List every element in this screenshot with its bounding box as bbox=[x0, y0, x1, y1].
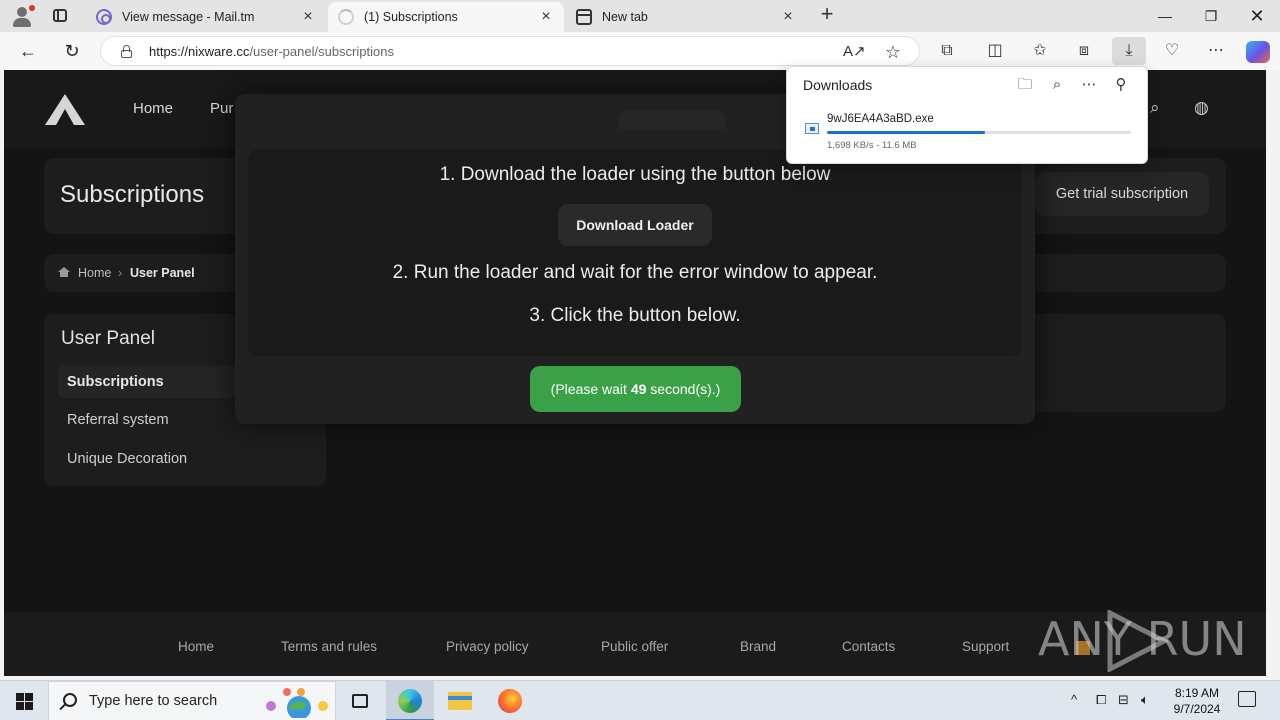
footer-home[interactable]: Home bbox=[178, 639, 214, 654]
footer-privacy[interactable]: Privacy policy bbox=[446, 639, 529, 654]
tab-title: (1) Subscriptions bbox=[364, 10, 458, 24]
favorites-icon[interactable]: ✩ bbox=[1028, 40, 1052, 62]
search-icon[interactable]: ⌕ bbox=[1150, 98, 1160, 118]
browser-essentials-icon[interactable]: ♡ bbox=[1160, 40, 1184, 62]
downloads-panel: Downloads 🗀 ⌕ ⋯ ⚲ 9wJ6EA4A3aBD.exe 1,698… bbox=[786, 66, 1148, 164]
device-icon[interactable]: ⧠ bbox=[1096, 692, 1106, 708]
more-options-icon[interactable]: ⋯ bbox=[1078, 75, 1100, 95]
download-meta: 1,698 KB/s - 11.6 MB bbox=[827, 140, 917, 151]
exe-file-icon bbox=[805, 123, 819, 134]
nav-purchase[interactable]: Pur bbox=[210, 100, 233, 117]
anyrun-text-any: ANY RUN bbox=[1038, 612, 1247, 666]
footer-contacts[interactable]: Contacts bbox=[842, 639, 895, 654]
taskbar-search[interactable]: Type here to search bbox=[48, 681, 336, 720]
globe-icon[interactable]: ◍ bbox=[1194, 98, 1209, 118]
close-window-icon[interactable]: ✕ bbox=[1234, 0, 1280, 32]
footer-terms[interactable]: Terms and rules bbox=[281, 639, 377, 654]
tab-new-tab[interactable]: New tab × bbox=[566, 2, 806, 32]
tab-strip: View message - Mail.tm × (1) Subscriptio… bbox=[0, 0, 1280, 32]
windows-start-icon[interactable] bbox=[0, 681, 48, 720]
file-explorer-icon[interactable] bbox=[436, 681, 484, 720]
collections-icon[interactable]: ⧈ bbox=[1072, 40, 1096, 62]
site-logo-icon[interactable] bbox=[44, 92, 86, 126]
get-trial-button[interactable]: Get trial subscription bbox=[1035, 172, 1209, 216]
clock-date: 9/7/2024 bbox=[1173, 702, 1221, 716]
restore-icon[interactable]: ❐ bbox=[1188, 0, 1234, 32]
windows-taskbar: Type here to search ^ ⧠ ⊟ 🔈︎ 8:19 AM 9/7… bbox=[0, 680, 1280, 720]
download-progress-bar bbox=[827, 131, 1131, 134]
more-options-icon[interactable]: ⋯ bbox=[1204, 40, 1228, 62]
breadcrumb-current: User Panel bbox=[130, 266, 195, 280]
url-text[interactable]: https://nixware.cc/user-panel/subscripti… bbox=[149, 44, 394, 59]
breadcrumb-separator: › bbox=[118, 266, 123, 280]
page-title: Subscriptions bbox=[60, 181, 205, 208]
taskbar-clock[interactable]: 8:19 AM 9/7/2024 bbox=[1164, 685, 1230, 717]
tab-actions-icon[interactable] bbox=[50, 7, 70, 25]
footer-support[interactable]: Support bbox=[962, 639, 1009, 654]
download-file-name[interactable]: 9wJ6EA4A3aBD.exe bbox=[827, 113, 934, 125]
copilot-icon[interactable] bbox=[1246, 41, 1270, 63]
modal-header-tab bbox=[619, 110, 725, 130]
taskbar-search-placeholder: Type here to search bbox=[89, 693, 218, 709]
read-aloud-icon[interactable]: A↗ bbox=[843, 42, 866, 62]
downloads-title: Downloads bbox=[803, 77, 873, 93]
back-arrow-icon[interactable]: ← bbox=[16, 40, 40, 62]
close-tab-icon[interactable]: × bbox=[538, 8, 554, 26]
new-tab-plus-icon[interactable]: + bbox=[816, 3, 838, 26]
download-progress-fill bbox=[827, 131, 986, 134]
address-bar[interactable]: https://nixware.cc/user-panel/subscripti… bbox=[100, 36, 920, 66]
profile-avatar-icon[interactable] bbox=[9, 4, 35, 28]
open-folder-icon[interactable]: 🗀 bbox=[1014, 75, 1036, 95]
pin-icon[interactable]: ⚲ bbox=[1110, 75, 1132, 95]
step-3-text: 3. Click the button below. bbox=[529, 305, 741, 326]
tab-mail[interactable]: View message - Mail.tm × bbox=[86, 2, 326, 32]
search-downloads-icon[interactable]: ⌕ bbox=[1046, 75, 1068, 95]
sidebar-item-decoration[interactable]: Unique Decoration bbox=[67, 451, 187, 467]
content-card bbox=[1014, 314, 1226, 412]
extensions-icon[interactable]: ⧉ bbox=[935, 40, 959, 62]
task-view-icon[interactable] bbox=[336, 681, 384, 720]
firefox-icon[interactable] bbox=[486, 681, 534, 720]
clock-time: 8:19 AM bbox=[1174, 686, 1220, 700]
show-hidden-icons-icon[interactable]: ^ bbox=[1071, 692, 1077, 707]
home-icon bbox=[58, 267, 70, 278]
tab-title: New tab bbox=[602, 10, 648, 24]
close-tab-icon[interactable]: × bbox=[300, 8, 316, 26]
wait-button[interactable]: (Please wait 49 second(s).) bbox=[530, 366, 741, 412]
step-2-text: 2. Run the loader and wait for the error… bbox=[392, 262, 878, 283]
close-tab-icon[interactable]: × bbox=[780, 8, 796, 26]
volume-icon[interactable]: 🔈︎ bbox=[1141, 692, 1149, 708]
tab-title: View message - Mail.tm bbox=[122, 10, 255, 24]
breadcrumb-home[interactable]: Home bbox=[78, 266, 111, 280]
browser-toolbar: ← ↻ https://nixware.cc/user-panel/subscr… bbox=[0, 32, 1280, 70]
download-loader-button[interactable]: Download Loader bbox=[558, 204, 712, 246]
sidebar-title: User Panel bbox=[61, 328, 155, 349]
refresh-icon[interactable]: ↻ bbox=[60, 40, 84, 62]
network-icon[interactable]: ⊟ bbox=[1118, 692, 1129, 708]
footer-public-offer[interactable]: Public offer bbox=[601, 639, 668, 654]
favorite-star-icon[interactable]: ☆ bbox=[883, 42, 903, 62]
sidebar-item-subscriptions[interactable]: Subscriptions bbox=[58, 366, 238, 398]
minimize-icon[interactable]: — bbox=[1142, 0, 1188, 32]
search-icon bbox=[63, 693, 77, 707]
split-screen-icon[interactable]: ◫ bbox=[983, 40, 1007, 62]
sidebar-item-referral[interactable]: Referral system bbox=[67, 412, 169, 428]
step-1-text: 1. Download the loader using the button … bbox=[439, 164, 831, 185]
nav-home[interactable]: Home bbox=[133, 100, 173, 117]
mail-at-icon bbox=[96, 9, 112, 25]
lock-icon[interactable] bbox=[121, 45, 132, 58]
new-tab-icon bbox=[576, 9, 592, 25]
edge-taskbar-icon[interactable] bbox=[386, 681, 434, 720]
downloads-icon[interactable]: ⤓ bbox=[1112, 37, 1146, 65]
search-highlight-icon bbox=[266, 688, 328, 718]
page-scrollbar[interactable] bbox=[1266, 70, 1280, 676]
notifications-icon[interactable] bbox=[1238, 691, 1256, 707]
loading-spinner-icon bbox=[338, 9, 354, 25]
footer-brand[interactable]: Brand bbox=[740, 639, 776, 654]
tab-subscriptions[interactable]: (1) Subscriptions × bbox=[328, 2, 564, 32]
